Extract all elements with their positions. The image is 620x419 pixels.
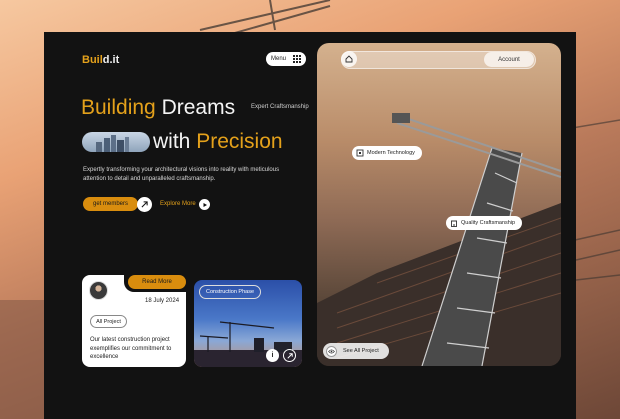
menu-label: Menu [271,56,287,62]
info-icon[interactable]: i [266,349,279,362]
hero-title-line1: Building Dreams [81,96,235,120]
avatar [89,281,108,300]
read-more-button[interactable]: Read More [128,275,186,289]
quality-craftsmanship-label: Quality Craftsmanship [461,220,516,226]
get-members-button[interactable]: get members [83,197,138,211]
account-button[interactable]: Account [484,52,534,67]
logo-accent-text: Buil [82,54,103,66]
modern-technology-label: Modern Technology [367,150,415,156]
explore-more-link[interactable]: Explore More [160,201,196,207]
grid-menu-icon [293,55,301,63]
quality-craftsmanship-tag[interactable]: Quality Craftsmanship [446,216,523,230]
construction-phase-button[interactable]: Construction Phase [199,285,261,299]
logo[interactable]: Build.it [82,54,119,66]
hero-word-with: with [153,130,191,153]
logo-text: d.it [102,54,120,66]
hero-accent-precision: Precision [196,130,283,153]
all-project-button[interactable]: All Project [90,315,127,328]
see-all-project-button[interactable]: See All Project [323,343,389,359]
hero-description: Expertly transforming your architectural… [83,167,280,182]
eye-icon [326,345,337,357]
hero-building-thumbnail [82,132,150,152]
hero-tagline: Expert Craftsmanship [251,104,309,110]
hero-accent-word: Building [81,96,156,119]
modern-technology-tag[interactable]: Modern Technology [352,146,422,160]
building-icon [449,219,458,228]
play-icon[interactable] [199,199,210,210]
arrow-up-right-icon[interactable] [283,349,296,362]
menu-button[interactable]: Menu [266,52,306,66]
hero-title-line2: with Precision [153,130,283,154]
technology-icon [355,149,364,158]
arrow-up-right-icon[interactable] [137,197,152,212]
home-icon[interactable] [341,51,357,67]
project-date: 18 July 2024 [145,298,180,304]
see-all-project-label: See All Project [343,348,379,354]
project-description: Our latest construction project exemplif… [90,337,172,360]
hero-word: Dreams [161,96,236,119]
hero-crane-image [317,43,561,366]
